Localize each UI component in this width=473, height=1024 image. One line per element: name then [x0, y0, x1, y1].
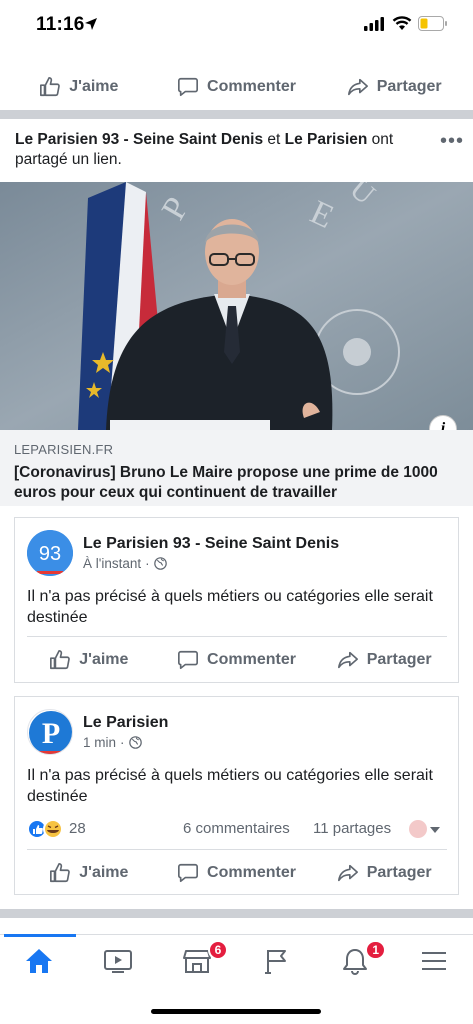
comment-bubble-icon: [178, 77, 199, 97]
feed-divider: [0, 110, 473, 119]
page-name-link[interactable]: Le Parisien: [285, 131, 368, 148]
post-time-label: 1 min: [83, 735, 117, 750]
post-text: Il n'a pas précisé à quels métiers ou ca…: [27, 767, 433, 805]
avatar[interactable]: P: [27, 709, 73, 755]
link-preview-meta[interactable]: LEPARISIEN.FR [Coronavirus] Bruno Le Mai…: [0, 430, 473, 506]
thumbs-up-icon: [50, 863, 71, 883]
thumbs-up-icon: [40, 77, 61, 97]
dot-separator: ·: [145, 556, 150, 571]
shared-post-card: 93 Le Parisien 93 - Seine Saint Denis À …: [14, 517, 459, 683]
like-button[interactable]: J'aime: [0, 64, 158, 110]
active-tab-indicator: [4, 934, 76, 937]
shared-post-card: P Le Parisien 1 min · Il n'a pas précisé…: [14, 696, 459, 895]
previous-post-actions: J'aime Commenter Partager: [0, 64, 473, 110]
comment-button[interactable]: Commenter: [163, 851, 311, 895]
page-name[interactable]: Le Parisien 93 - Seine Saint Denis: [83, 535, 339, 553]
wifi-icon: [392, 16, 412, 30]
card-actions: J'aime Commenter Partager: [15, 638, 458, 682]
page-name-link[interactable]: Le Parisien 93 - Seine Saint Denis: [15, 131, 263, 148]
post-header: Le Parisien 93 - Seine Saint Denis et Le…: [15, 130, 435, 170]
post-text: Il n'a pas précisé à quels métiers ou ca…: [27, 588, 433, 626]
comment-bubble-icon: [178, 863, 199, 883]
more-options-icon[interactable]: •••: [440, 131, 464, 151]
like-button[interactable]: J'aime: [15, 638, 163, 682]
comment-button[interactable]: Commenter: [163, 638, 311, 682]
tab-marketplace[interactable]: 6: [158, 935, 237, 986]
avatar[interactable]: [409, 820, 427, 838]
card-actions: J'aime Commenter Partager: [15, 851, 458, 895]
status-bar: 11:16: [0, 0, 473, 52]
tab-menu[interactable]: [394, 935, 473, 986]
reaction-count[interactable]: 28: [69, 820, 86, 837]
link-domain: LEPARISIEN.FR: [14, 442, 114, 457]
avatar[interactable]: 93: [27, 530, 73, 576]
globe-icon: [153, 557, 167, 570]
chevron-down-icon[interactable]: [430, 827, 440, 833]
page-avatar-le-parisien: P: [29, 711, 72, 754]
card-divider: [27, 636, 447, 637]
comment-bubble-icon: [178, 650, 199, 670]
share-label: Partager: [366, 864, 432, 881]
post-time-label: À l'instant: [83, 556, 142, 571]
share-button[interactable]: Partager: [310, 638, 458, 682]
avatar-text: P: [42, 717, 60, 750]
feed-divider: [0, 909, 473, 918]
hamburger-menu-icon: [421, 951, 446, 970]
share-label: Partager: [366, 651, 432, 668]
reactions-row: 28 6 commentaires 11 partages: [27, 818, 447, 840]
share-arrow-icon: [337, 864, 358, 882]
dot-separator: ·: [120, 735, 125, 750]
shares-count[interactable]: 11 partages: [313, 820, 391, 837]
comment-label: Commenter: [207, 864, 296, 881]
like-label: J'aime: [79, 651, 129, 668]
link-title: [Coronavirus] Bruno Le Maire propose une…: [14, 464, 438, 501]
battery-icon: [418, 16, 447, 31]
post-time: À l'instant ·: [83, 556, 167, 571]
tab-pages[interactable]: [236, 935, 315, 986]
share-arrow-icon: [347, 78, 368, 96]
like-label: J'aime: [79, 864, 129, 881]
page-name[interactable]: Le Parisien: [83, 714, 168, 732]
flag-icon: [264, 949, 286, 974]
like-button[interactable]: J'aime: [15, 851, 163, 895]
notifications-badge: 1: [365, 940, 386, 960]
comments-count[interactable]: 6 commentaires: [183, 820, 290, 837]
reaction-icons[interactable]: [27, 818, 67, 840]
share-arrow-icon: [337, 651, 358, 669]
connector-text: et: [263, 131, 285, 148]
avatar-text: 93: [39, 543, 61, 565]
thumbs-up-icon: [50, 650, 71, 670]
link-preview-image[interactable]: P E U: [0, 182, 473, 430]
comment-button[interactable]: Commenter: [158, 64, 316, 110]
video-play-icon: [104, 949, 133, 973]
post-time: 1 min ·: [83, 735, 142, 750]
press-photo: P E U: [0, 182, 473, 430]
share-button[interactable]: Partager: [310, 851, 458, 895]
page-avatar-93: 93: [27, 530, 73, 576]
share-button[interactable]: Partager: [315, 64, 473, 110]
location-arrow-icon: [85, 18, 97, 30]
bottom-tab-bar: 6 1: [0, 934, 473, 986]
home-indicator[interactable]: [151, 1009, 321, 1014]
globe-icon: [128, 736, 142, 749]
cellular-signal-icon: [364, 17, 384, 31]
home-icon: [26, 948, 53, 973]
marketplace-badge: 6: [207, 940, 229, 960]
tab-notifications[interactable]: 1: [315, 935, 394, 986]
comment-label: Commenter: [207, 78, 296, 95]
card-divider: [27, 849, 447, 850]
tab-home[interactable]: [0, 934, 79, 986]
share-label: Partager: [376, 78, 442, 95]
status-time: 11:16: [36, 14, 85, 35]
tab-watch[interactable]: [79, 935, 158, 986]
comment-label: Commenter: [207, 651, 296, 668]
like-label: J'aime: [69, 78, 119, 95]
